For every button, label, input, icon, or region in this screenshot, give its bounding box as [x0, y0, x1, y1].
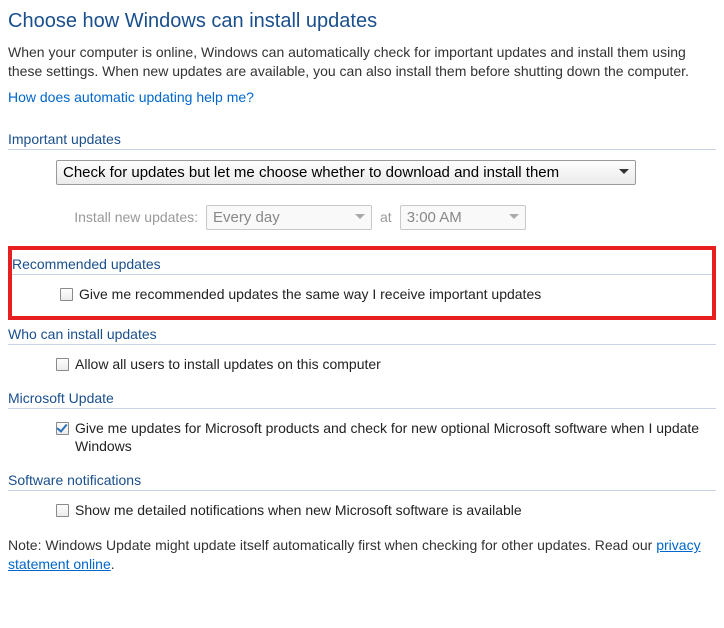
chevron-down-icon [355, 214, 365, 220]
frequency-dropdown[interactable]: Every day [206, 205, 372, 230]
page-title: Choose how Windows can install updates [8, 10, 716, 33]
note-text: Note: Windows Update might update itself… [8, 536, 716, 574]
update-mode-dropdown[interactable]: Check for updates but let me choose whet… [56, 160, 636, 185]
highlight-recommended: Recommended updates Give me recommended … [8, 246, 716, 320]
section-header-msupdate: Microsoft Update [8, 390, 716, 409]
page-description: When your computer is online, Windows ca… [8, 43, 716, 81]
msupdate-checkbox-row: Give me updates for Microsoft products a… [8, 419, 716, 457]
at-label: at [380, 209, 392, 225]
chevron-down-icon [619, 169, 629, 175]
notifications-checkbox[interactable] [56, 504, 69, 517]
notifications-label: Show me detailed notifications when new … [75, 501, 522, 520]
note-prefix: Note: Windows Update might update itself… [8, 537, 656, 553]
microsoft-update-checkbox[interactable] [56, 422, 69, 435]
allow-all-users-checkbox[interactable] [56, 358, 69, 371]
schedule-row: Install new updates: Every day at 3:00 A… [56, 205, 716, 230]
time-dropdown[interactable]: 3:00 AM [400, 205, 526, 230]
notifications-checkbox-row: Show me detailed notifications when new … [8, 501, 716, 520]
help-link[interactable]: How does automatic updating help me? [8, 89, 254, 105]
schedule-label: Install new updates: [56, 209, 198, 225]
section-header-important: Important updates [8, 131, 716, 150]
frequency-value: Every day [213, 209, 280, 226]
chevron-down-icon [509, 214, 519, 220]
recommended-checkbox-row: Give me recommended updates the same way… [12, 285, 712, 304]
section-who-can-install: Who can install updates Allow all users … [8, 326, 716, 374]
section-header-recommended: Recommended updates [12, 256, 712, 275]
section-important-updates: Important updates Check for updates but … [8, 131, 716, 230]
section-software-notifications: Software notifications Show me detailed … [8, 472, 716, 520]
recommended-checkbox-label: Give me recommended updates the same way… [79, 285, 541, 304]
note-suffix: . [111, 556, 115, 572]
microsoft-update-label: Give me updates for Microsoft products a… [75, 419, 716, 457]
section-microsoft-update: Microsoft Update Give me updates for Mic… [8, 390, 716, 457]
recommended-checkbox[interactable] [60, 288, 73, 301]
update-mode-value: Check for updates but let me choose whet… [63, 164, 559, 181]
who-checkbox-row: Allow all users to install updates on th… [8, 355, 716, 374]
section-header-notifications: Software notifications [8, 472, 716, 491]
allow-all-users-label: Allow all users to install updates on th… [75, 355, 381, 374]
section-header-who: Who can install updates [8, 326, 716, 345]
time-value: 3:00 AM [407, 209, 462, 226]
